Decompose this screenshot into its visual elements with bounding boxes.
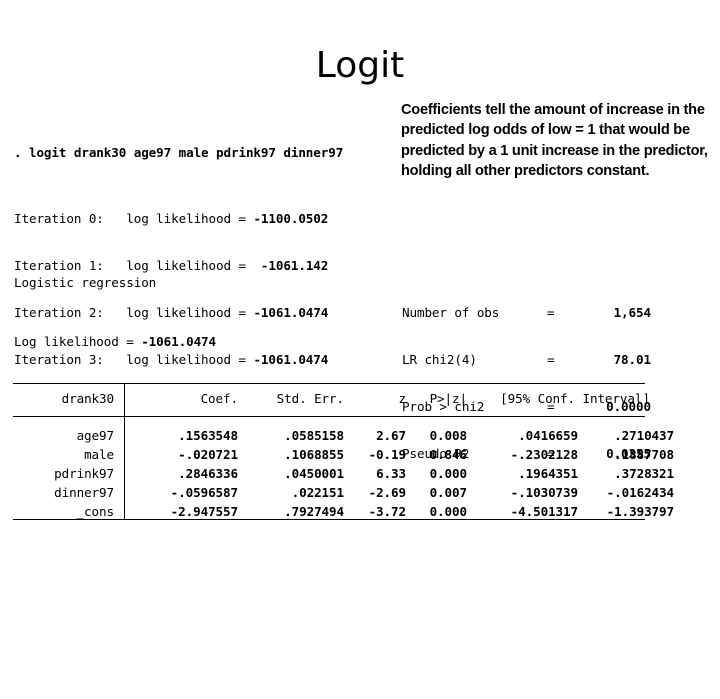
- iteration-value: -1100.0502: [253, 211, 329, 226]
- iteration-value: -1061.142: [260, 258, 329, 273]
- coefficient-table: drank30 Coef. Std. Err. z P>|z| [95% Con…: [0, 383, 720, 668]
- column-header-depvar: drank30: [61, 391, 114, 406]
- log-likelihood-label: Log likelihood =: [14, 334, 142, 349]
- stata-command-line: . logit drank30 age97 male pdrink97 dinn…: [14, 145, 344, 160]
- table-row: _cons -2.947557 .7927494 -3.72 0.000 -4.…: [0, 501, 720, 523]
- iteration-label: Iteration 0: log likelihood =: [14, 211, 254, 226]
- iteration-row: Iteration 1: log likelihood = -1061.142: [14, 254, 328, 277]
- iteration-label: Iteration 1: log likelihood =: [14, 258, 261, 273]
- column-header-coef: Coef.: [200, 391, 239, 406]
- page-title: Logit: [315, 45, 405, 86]
- iteration-value: -1061.0474: [253, 305, 329, 320]
- iteration-value: -1061.0474: [253, 352, 329, 367]
- fit-stat-equals: =: [547, 352, 555, 367]
- fit-stat-row: LR chi2(4) = 78.01: [402, 348, 651, 371]
- column-header-z: z: [398, 391, 407, 406]
- cell-coef: -2.947557: [170, 504, 238, 519]
- fit-stat-equals: =: [547, 305, 555, 320]
- fit-stat-value: 1,654: [613, 305, 652, 320]
- fit-stat-name: LR chi2(4): [402, 352, 477, 367]
- column-header-pvalue: P>|z|: [429, 391, 468, 406]
- cell-ci-high: -1.393797: [606, 504, 674, 519]
- fit-stat-row: Number of obs = 1,654: [402, 301, 651, 324]
- fit-stat-name: Number of obs: [402, 305, 500, 320]
- stata-output-block: . logit drank30 age97 male pdrink97 dinn…: [0, 136, 720, 461]
- log-likelihood-value: -1061.0474: [141, 334, 217, 349]
- log-likelihood-line: Log likelihood = -1061.0474: [14, 334, 217, 349]
- cell-pvalue: 0.000: [429, 504, 468, 519]
- iteration-label: Iteration 2: log likelihood =: [14, 305, 254, 320]
- fit-stat-value: 78.01: [613, 352, 652, 367]
- table-header-row: drank30 Coef. Std. Err. z P>|z| [95% Con…: [0, 388, 720, 410]
- cell-ci-low: -4.501317: [510, 504, 578, 519]
- iteration-row: Iteration 3: log likelihood = -1061.0474: [14, 348, 328, 371]
- iteration-row: Iteration 0: log likelihood = -1100.0502: [14, 207, 328, 230]
- iteration-label: Iteration 3: log likelihood =: [14, 352, 254, 367]
- model-name-label: Logistic regression: [14, 275, 157, 290]
- iteration-row: Iteration 2: log likelihood = -1061.0474: [14, 301, 328, 324]
- cell-stderr: .7927494: [284, 504, 344, 519]
- cell-z: -3.72: [368, 504, 407, 519]
- row-label: _cons: [76, 504, 115, 519]
- column-header-confidence-interval: [95% Conf. Interval]: [500, 391, 650, 406]
- table-header-rule: [13, 416, 645, 417]
- table-top-rule: [13, 383, 645, 384]
- column-header-stderr: Std. Err.: [276, 391, 344, 406]
